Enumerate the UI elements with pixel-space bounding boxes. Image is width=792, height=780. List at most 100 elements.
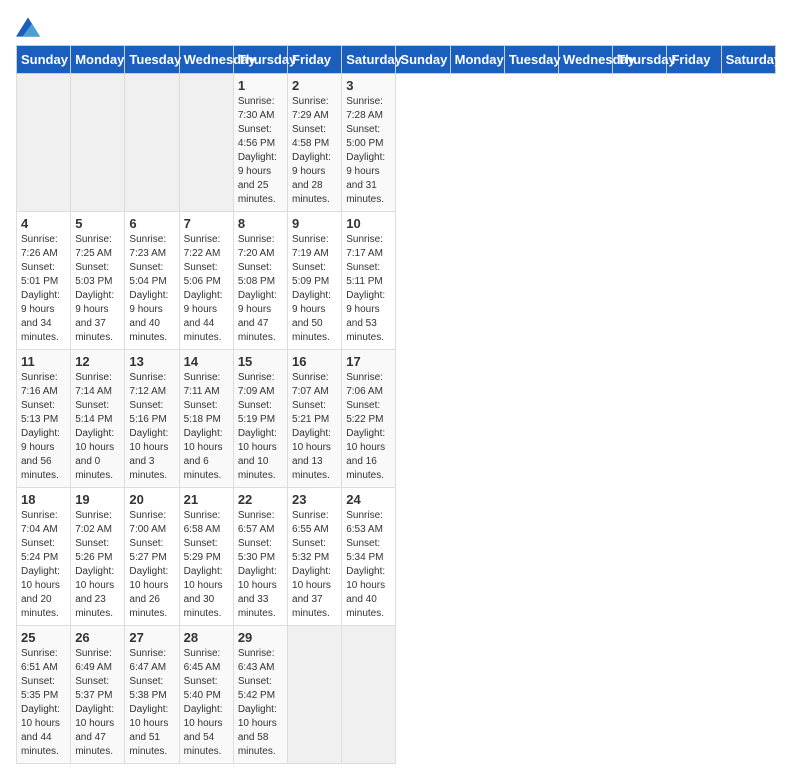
day-info: Sunrise: 6:58 AM Sunset: 5:29 PM Dayligh… — [184, 509, 229, 621]
day-info: Sunrise: 7:11 AM Sunset: 5:18 PM Dayligh… — [184, 371, 229, 483]
day-number: 13 — [129, 354, 174, 369]
calendar-cell: 15 Sunrise: 7:09 AM Sunset: 5:19 PM Dayli… — [233, 350, 287, 488]
calendar-cell — [17, 74, 71, 212]
day-number: 17 — [346, 354, 391, 369]
calendar-cell: 21 Sunrise: 6:58 AM Sunset: 5:29 PM Dayli… — [179, 488, 233, 626]
day-number: 4 — [21, 216, 66, 231]
calendar-week-3: 18Sunrise: 7:04 AM Sunset: 5:24 PM Dayli… — [17, 488, 776, 626]
calendar-cell — [71, 74, 125, 212]
day-info: Sunrise: 7:29 AM Sunset: 4:58 PM Dayligh… — [292, 95, 337, 207]
day-info: Sunrise: 6:47 AM Sunset: 5:38 PM Dayligh… — [129, 647, 174, 759]
calendar-header-row: SundayMondayTuesdayWednesdayThursdayFrid… — [17, 46, 776, 74]
day-number: 16 — [292, 354, 337, 369]
day-number: 1 — [238, 78, 283, 93]
calendar-cell: 10Sunrise: 7:17 AM Sunset: 5:11 PM Dayli… — [342, 212, 396, 350]
day-number: 20 — [129, 492, 174, 507]
header-monday: Monday — [71, 46, 125, 74]
day-number: 24 — [346, 492, 391, 507]
day-number: 25 — [21, 630, 66, 645]
weekday-header-monday: Monday — [450, 46, 504, 74]
day-number: 22 — [238, 492, 283, 507]
day-info: Sunrise: 7:20 AM Sunset: 5:08 PM Dayligh… — [238, 233, 283, 345]
calendar-cell — [125, 74, 179, 212]
calendar-cell: 4Sunrise: 7:26 AM Sunset: 5:01 PM Daylig… — [17, 212, 71, 350]
logo — [16, 16, 44, 37]
calendar-cell: 27 Sunrise: 6:47 AM Sunset: 5:38 PM Dayli… — [125, 626, 179, 764]
day-number: 14 — [184, 354, 229, 369]
day-info: Sunrise: 7:14 AM Sunset: 5:14 PM Dayligh… — [75, 371, 120, 483]
calendar-cell: 29Sunrise: 6:43 AM Sunset: 5:42 PM Dayli… — [233, 626, 287, 764]
calendar-cell: 26Sunrise: 6:49 AM Sunset: 5:37 PM Dayli… — [71, 626, 125, 764]
calendar-cell: 12 Sunrise: 7:14 AM Sunset: 5:14 PM Dayli… — [71, 350, 125, 488]
day-number: 11 — [21, 354, 66, 369]
header — [16, 16, 776, 37]
day-info: Sunrise: 6:45 AM Sunset: 5:40 PM Dayligh… — [184, 647, 229, 759]
header-sunday: Sunday — [17, 46, 71, 74]
day-number: 29 — [238, 630, 283, 645]
day-info: Sunrise: 7:23 AM Sunset: 5:04 PM Dayligh… — [129, 233, 174, 345]
weekday-header-wednesday: Wednesday — [559, 46, 613, 74]
calendar-cell: 6 Sunrise: 7:23 AM Sunset: 5:04 PM Daylig… — [125, 212, 179, 350]
day-info: Sunrise: 7:12 AM Sunset: 5:16 PM Dayligh… — [129, 371, 174, 483]
day-number: 23 — [292, 492, 337, 507]
header-saturday: Saturday — [342, 46, 396, 74]
day-info: Sunrise: 6:51 AM Sunset: 5:35 PM Dayligh… — [21, 647, 66, 759]
calendar-cell: 8Sunrise: 7:20 AM Sunset: 5:08 PM Daylig… — [233, 212, 287, 350]
calendar-cell: 20 Sunrise: 7:00 AM Sunset: 5:27 PM Dayli… — [125, 488, 179, 626]
day-number: 15 — [238, 354, 283, 369]
day-info: Sunrise: 7:09 AM Sunset: 5:19 PM Dayligh… — [238, 371, 283, 483]
day-info: Sunrise: 7:28 AM Sunset: 5:00 PM Dayligh… — [346, 95, 391, 207]
day-number: 7 — [184, 216, 229, 231]
day-number: 2 — [292, 78, 337, 93]
day-number: 28 — [184, 630, 229, 645]
calendar-cell: 13 Sunrise: 7:12 AM Sunset: 5:16 PM Dayli… — [125, 350, 179, 488]
day-info: Sunrise: 7:19 AM Sunset: 5:09 PM Dayligh… — [292, 233, 337, 345]
day-number: 6 — [129, 216, 174, 231]
calendar-cell: 22 Sunrise: 6:57 AM Sunset: 5:30 PM Dayli… — [233, 488, 287, 626]
calendar-cell: 5 Sunrise: 7:25 AM Sunset: 5:03 PM Daylig… — [71, 212, 125, 350]
day-number: 18 — [21, 492, 66, 507]
header-thursday: Thursday — [233, 46, 287, 74]
calendar-week-0: 1 Sunrise: 7:30 AM Sunset: 4:56 PM Daylig… — [17, 74, 776, 212]
calendar-cell: 19 Sunrise: 7:02 AM Sunset: 5:26 PM Dayli… — [71, 488, 125, 626]
calendar-cell: 7 Sunrise: 7:22 AM Sunset: 5:06 PM Daylig… — [179, 212, 233, 350]
day-number: 27 — [129, 630, 174, 645]
calendar-table: SundayMondayTuesdayWednesdayThursdayFrid… — [16, 45, 776, 764]
day-number: 21 — [184, 492, 229, 507]
calendar-cell: 25 Sunrise: 6:51 AM Sunset: 5:35 PM Dayli… — [17, 626, 71, 764]
calendar-cell: 9Sunrise: 7:19 AM Sunset: 5:09 PM Daylig… — [288, 212, 342, 350]
day-number: 19 — [75, 492, 120, 507]
day-info: Sunrise: 7:02 AM Sunset: 5:26 PM Dayligh… — [75, 509, 120, 621]
day-info: Sunrise: 7:25 AM Sunset: 5:03 PM Dayligh… — [75, 233, 120, 345]
calendar-cell: 28 Sunrise: 6:45 AM Sunset: 5:40 PM Dayli… — [179, 626, 233, 764]
day-info: Sunrise: 7:30 AM Sunset: 4:56 PM Dayligh… — [238, 95, 283, 207]
logo-icon — [16, 17, 40, 37]
weekday-header-friday: Friday — [667, 46, 721, 74]
calendar-cell — [179, 74, 233, 212]
calendar-week-4: 25 Sunrise: 6:51 AM Sunset: 5:35 PM Dayli… — [17, 626, 776, 764]
calendar-cell: 24Sunrise: 6:53 AM Sunset: 5:34 PM Dayli… — [342, 488, 396, 626]
header-friday: Friday — [288, 46, 342, 74]
day-info: Sunrise: 7:00 AM Sunset: 5:27 PM Dayligh… — [129, 509, 174, 621]
calendar-cell: 3Sunrise: 7:28 AM Sunset: 5:00 PM Daylig… — [342, 74, 396, 212]
calendar-cell: 17Sunrise: 7:06 AM Sunset: 5:22 PM Dayli… — [342, 350, 396, 488]
header-tuesday: Tuesday — [125, 46, 179, 74]
day-number: 10 — [346, 216, 391, 231]
weekday-header-thursday: Thursday — [613, 46, 667, 74]
day-info: Sunrise: 6:49 AM Sunset: 5:37 PM Dayligh… — [75, 647, 120, 759]
calendar-week-2: 11 Sunrise: 7:16 AM Sunset: 5:13 PM Dayli… — [17, 350, 776, 488]
day-info: Sunrise: 6:57 AM Sunset: 5:30 PM Dayligh… — [238, 509, 283, 621]
day-info: Sunrise: 7:07 AM Sunset: 5:21 PM Dayligh… — [292, 371, 337, 483]
weekday-header-sunday: Sunday — [396, 46, 450, 74]
calendar-cell: 16 Sunrise: 7:07 AM Sunset: 5:21 PM Dayli… — [288, 350, 342, 488]
calendar-week-1: 4Sunrise: 7:26 AM Sunset: 5:01 PM Daylig… — [17, 212, 776, 350]
day-info: Sunrise: 7:22 AM Sunset: 5:06 PM Dayligh… — [184, 233, 229, 345]
day-number: 12 — [75, 354, 120, 369]
day-info: Sunrise: 6:55 AM Sunset: 5:32 PM Dayligh… — [292, 509, 337, 621]
day-number: 5 — [75, 216, 120, 231]
calendar-cell: 14 Sunrise: 7:11 AM Sunset: 5:18 PM Dayli… — [179, 350, 233, 488]
calendar-cell: 18Sunrise: 7:04 AM Sunset: 5:24 PM Dayli… — [17, 488, 71, 626]
calendar-cell: 2 Sunrise: 7:29 AM Sunset: 4:58 PM Daylig… — [288, 74, 342, 212]
calendar-cell — [288, 626, 342, 764]
day-info: Sunrise: 7:16 AM Sunset: 5:13 PM Dayligh… — [21, 371, 66, 483]
